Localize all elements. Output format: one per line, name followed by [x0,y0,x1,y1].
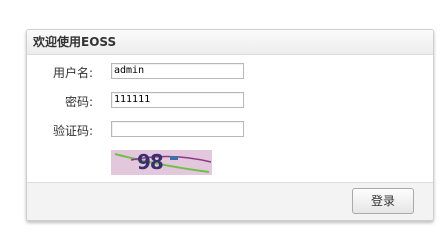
panel-title: 欢迎使用EOSS [27,30,433,55]
captcha-text: 98 [137,150,164,174]
captcha-input[interactable] [111,121,244,137]
username-label: 用户名: [52,66,93,80]
captcha-image[interactable]: 98 [111,150,212,175]
password-input[interactable]: 111111 [111,92,244,108]
password-label: 密码: [64,95,93,109]
captcha-label: 验证码: [52,124,93,138]
login-panel: 欢迎使用EOSS 用户名: admin 密码: 111111 验证码: 98 登… [26,29,434,221]
password-row: 密码: 111111 [27,91,433,111]
username-row: 用户名: admin [27,62,433,82]
panel-footer: 登录 [27,182,433,220]
captcha-row: 验证码: [27,120,433,140]
login-button[interactable]: 登录 [352,188,414,214]
username-input[interactable]: admin [111,63,244,79]
